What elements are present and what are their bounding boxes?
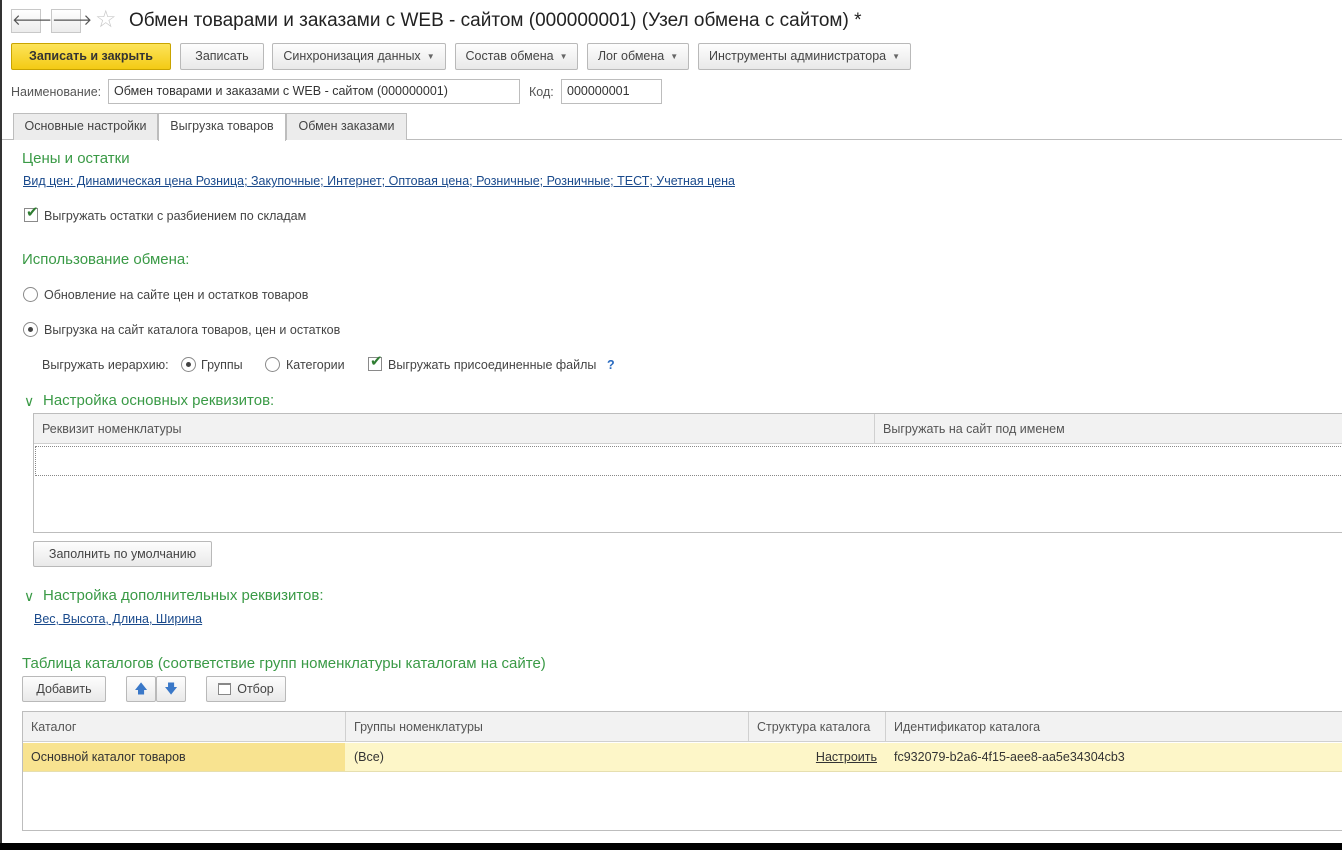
tab-order-exchange[interactable]: Обмен заказами — [286, 113, 407, 140]
hierarchy-label: Выгружать иерархию: — [42, 358, 169, 372]
column-header-groups[interactable]: Группы номенклатуры — [346, 712, 748, 742]
table-header: Каталог Группы номенклатуры Структура ка… — [23, 712, 1342, 742]
row-catalog-cell[interactable]: Основной каталог товаров — [23, 750, 186, 764]
fill-default-button[interactable]: Заполнить по умолчанию — [33, 541, 212, 567]
column-header-identifier[interactable]: Идентификатор каталога — [886, 712, 1336, 742]
back-button[interactable]: 🡐 — [11, 9, 52, 33]
arrow-down-icon: 🡇 — [164, 681, 178, 696]
tab-goods-upload[interactable]: Выгрузка товаров — [158, 113, 286, 141]
code-label: Код: — [529, 85, 554, 99]
radio-hierarchy-categories[interactable] — [265, 357, 280, 372]
split-by-warehouse-label: Выгружать остатки с разбиением по склада… — [44, 209, 307, 223]
usage-section-title: Использование обмена: — [22, 251, 190, 268]
table-header: Реквизит номенклатуры Выгружать на сайт … — [34, 414, 1342, 444]
favorite-star-icon[interactable]: ☆ — [95, 6, 117, 34]
column-header-site-name[interactable]: Выгружать на сайт под именем — [875, 414, 1335, 444]
filter-button[interactable]: Отбор — [206, 676, 286, 702]
dropdown-caret-icon: ▼ — [426, 52, 435, 62]
name-field[interactable]: Обмен товарами и заказами с WEB - сайтом… — [108, 79, 520, 104]
extra-attrs-link[interactable]: Вес, Высота, Длина, Ширина — [34, 612, 202, 626]
dropdown-caret-icon: ▼ — [559, 52, 568, 62]
exchange-composition-label: Состав обмена — [465, 49, 554, 63]
split-by-warehouse-checkbox[interactable]: ✔ — [24, 204, 39, 222]
column-header-attribute[interactable]: Реквизит номенклатуры — [34, 414, 874, 444]
extra-attrs-section-title[interactable]: Настройка дополнительных реквизитов: — [43, 587, 324, 604]
exchange-log-label: Лог обмена — [597, 49, 665, 63]
filter-icon — [218, 682, 232, 695]
column-header-structure[interactable]: Структура каталога — [749, 712, 885, 742]
radio-hierarchy-groups[interactable] — [181, 357, 196, 372]
form-window: 🡐 🡒 ☆ Обмен товарами и заказами с WEB - … — [0, 0, 1342, 843]
admin-tools-button[interactable]: Инструменты администратора ▼ — [698, 43, 911, 70]
radio-upload-catalog[interactable] — [23, 322, 38, 337]
dropdown-caret-icon: ▼ — [670, 52, 679, 62]
row-groups-cell[interactable]: (Все) — [346, 750, 384, 764]
exchange-composition-button[interactable]: Состав обмена ▼ — [455, 43, 578, 70]
move-up-button[interactable]: 🡅 — [126, 676, 156, 702]
window-title: Обмен товарами и заказами с WEB - сайтом… — [129, 10, 862, 31]
table-row[interactable]: Основной каталог товаров (Все) Настроить… — [23, 743, 1342, 772]
sync-data-button[interactable]: Синхронизация данных ▼ — [272, 43, 446, 70]
main-attrs-table[interactable]: Реквизит номенклатуры Выгружать на сайт … — [33, 413, 1342, 533]
help-icon[interactable]: ? — [607, 358, 615, 372]
table-row-empty[interactable] — [35, 446, 1342, 476]
name-label: Наименование: — [11, 85, 102, 99]
prices-section-title: Цены и остатки — [22, 150, 130, 167]
tab-main-settings[interactable]: Основные настройки — [13, 113, 158, 140]
checkmark-icon: ✔ — [370, 353, 383, 370]
exchange-log-button[interactable]: Лог обмена ▼ — [587, 43, 689, 70]
attached-files-label: Выгружать присоединенные файлы — [388, 358, 597, 372]
price-types-link[interactable]: Вид цен: Динамическая цена Розница; Заку… — [23, 174, 735, 188]
admin-tools-label: Инструменты администратора — [708, 49, 887, 63]
chevron-down-icon[interactable]: ∨ — [24, 589, 34, 603]
chevron-down-icon[interactable]: ∨ — [24, 394, 34, 408]
radio-hierarchy-groups-label: Группы — [201, 358, 243, 372]
arrow-right-icon: 🡒 — [52, 12, 93, 29]
radio-hierarchy-categories-label: Категории — [286, 358, 345, 372]
move-down-button[interactable]: 🡇 — [156, 676, 186, 702]
catalogs-section-title: Таблица каталогов (соответствие групп но… — [22, 655, 546, 672]
sync-data-label: Синхронизация данных — [283, 49, 421, 63]
radio-update-prices-label: Обновление на сайте цен и остатков товар… — [44, 288, 309, 302]
checkmark-icon: ✔ — [26, 204, 39, 221]
arrow-up-icon: 🡅 — [134, 681, 148, 696]
radio-update-prices[interactable] — [23, 287, 38, 302]
filter-label: Отбор — [237, 682, 274, 696]
arrow-left-icon: 🡐 — [12, 12, 53, 29]
code-field[interactable]: 000000001 — [561, 79, 662, 104]
dropdown-caret-icon: ▼ — [892, 52, 901, 62]
forward-button[interactable]: 🡒 — [51, 9, 92, 33]
main-attrs-section-title[interactable]: Настройка основных реквизитов: — [43, 392, 274, 409]
save-and-close-button[interactable]: Записать и закрыть — [11, 43, 171, 70]
save-button[interactable]: Записать — [180, 43, 264, 70]
catalogs-table[interactable]: Каталог Группы номенклатуры Структура ка… — [22, 711, 1342, 831]
attached-files-checkbox[interactable]: ✔ — [368, 353, 383, 371]
row-identifier-cell[interactable]: fc932079-b2a6-4f15-aee8-aa5e34304cb3 — [886, 750, 1125, 764]
configure-structure-link[interactable]: Настроить — [749, 750, 877, 764]
column-header-catalog[interactable]: Каталог — [23, 712, 345, 742]
radio-upload-catalog-label: Выгрузка на сайт каталога товаров, цен и… — [44, 323, 341, 337]
add-button[interactable]: Добавить — [22, 676, 106, 702]
